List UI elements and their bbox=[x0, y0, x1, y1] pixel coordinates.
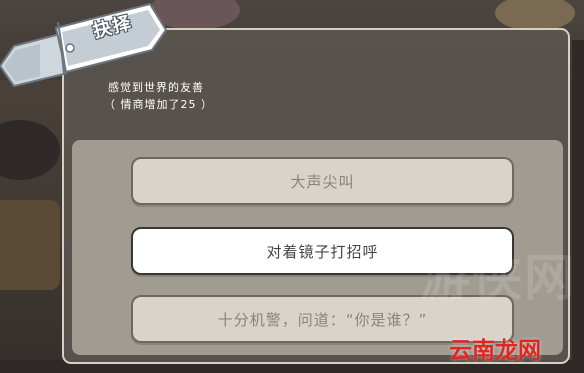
dialog-title-tag: 抉择 bbox=[0, 0, 200, 100]
background-right bbox=[572, 40, 584, 373]
watermark-logo: 云南龙网 bbox=[449, 338, 541, 364]
game-scene: 感觉到世界的友善 （ 情商增加了25 ） 抉择 大声尖叫 对着镜子打招呼 十分机… bbox=[0, 0, 584, 373]
choice-scream-button[interactable]: 大声尖叫 bbox=[131, 157, 514, 205]
watermark-faint: 游侠网 bbox=[420, 249, 576, 307]
background-basket-shape bbox=[0, 200, 60, 290]
